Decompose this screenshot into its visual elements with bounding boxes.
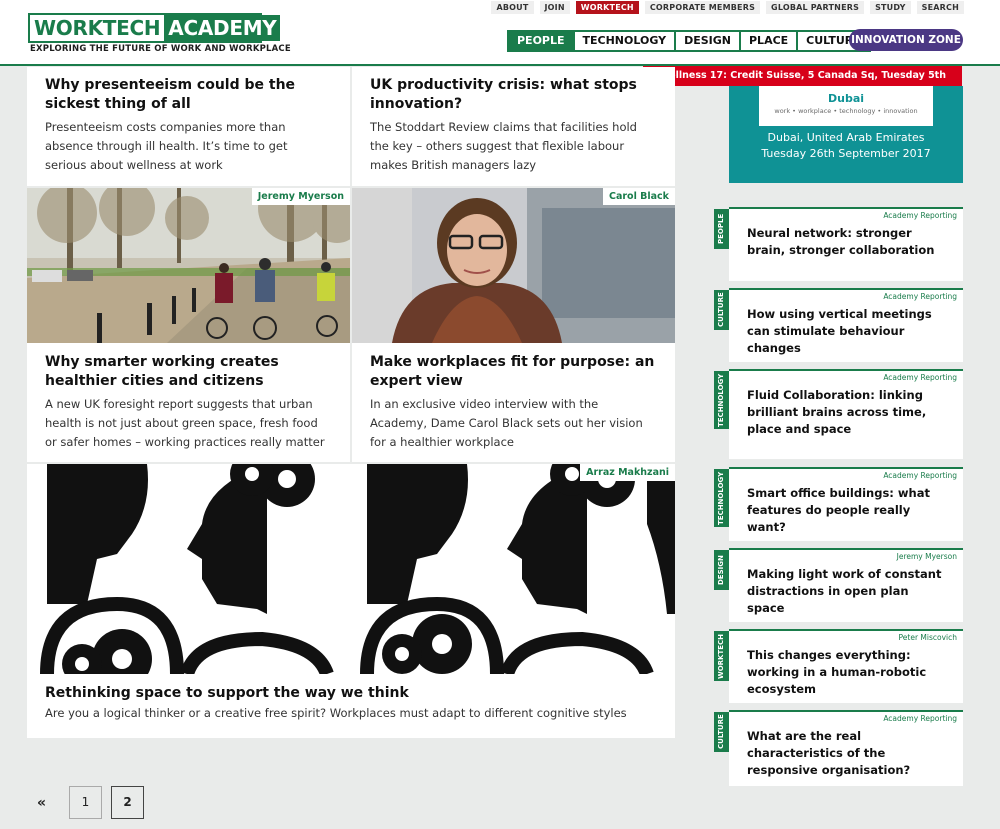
article-card[interactable]: Carol Black Make workplaces fit for purp…	[352, 188, 675, 462]
sidebar-title[interactable]: What are the real characteristics of the…	[747, 728, 945, 779]
sidebar-article[interactable]: DESIGN Jeremy Myerson Making light work …	[714, 548, 963, 622]
sidebar-author[interactable]: Academy Reporting	[883, 714, 957, 723]
category-tag[interactable]: PEOPLE	[714, 209, 729, 249]
article-excerpt: In an exclusive video interview with the…	[370, 397, 643, 449]
article-title[interactable]: UK productivity crisis: what stops innov…	[370, 76, 657, 114]
event-banner[interactable]: Wellness 17: Credit Suisse, 5 Canada Sq,…	[643, 66, 962, 101]
sidebar-article[interactable]: CULTURE Academy Reporting What are the r…	[714, 710, 963, 786]
topnav-corporate-members[interactable]: CORPORATE MEMBERS	[644, 1, 761, 14]
article-image-portrait[interactable]: Carol Black	[352, 188, 675, 343]
topnav-worktech[interactable]: WORKTECH	[575, 1, 639, 14]
article-image-heads-gears[interactable]: Arraz Makhzani	[27, 464, 675, 674]
site-logo[interactable]: WORKTECH ACADEMY	[28, 13, 281, 43]
article-title[interactable]: Why smarter working creates healthier ci…	[45, 353, 332, 391]
article-excerpt: The Stoddart Review claims that faciliti…	[370, 120, 637, 172]
article-card[interactable]: Why presenteeism could be the sickest th…	[27, 67, 350, 186]
sidebar-article[interactable]: PEOPLE Academy Reporting Neural network:…	[714, 207, 963, 281]
topnav-join[interactable]: JOIN	[539, 1, 570, 14]
sidebar-author[interactable]: Academy Reporting	[883, 211, 957, 220]
article-card[interactable]: Arraz Makhzani Rethinking space to suppo…	[27, 464, 675, 738]
article-card[interactable]: Jeremy Myerson Why smarter working creat…	[27, 188, 350, 462]
article-title[interactable]: Rethinking space to support the way we t…	[45, 684, 657, 703]
site-tagline: EXPLORING THE FUTURE OF WORK AND WORKPLA…	[30, 44, 291, 54]
pagination-page-2[interactable]: 2	[111, 786, 144, 819]
article-author[interactable]: Carol Black	[602, 188, 675, 205]
promo-location: Dubai, United Arab Emirates	[767, 131, 925, 144]
pagination-prev[interactable]: «	[37, 795, 46, 811]
topnav-global-partners[interactable]: GLOBAL PARTNERS	[766, 1, 865, 14]
logo-text-academy: ACADEMY	[164, 15, 281, 41]
article-author[interactable]: Jeremy Myerson	[251, 188, 350, 205]
innovation-zone-button[interactable]: INNOVATION ZONE	[849, 29, 963, 51]
sidebar-title[interactable]: Neural network: stronger brain, stronger…	[747, 225, 945, 259]
catnav-people[interactable]: PEOPLE	[509, 32, 573, 50]
article-image-cyclists[interactable]: Jeremy Myerson	[27, 188, 350, 343]
article-excerpt: Presenteeism costs companies more than a…	[45, 120, 288, 172]
pagination-page-1[interactable]: 1	[69, 786, 102, 819]
sidebar-title[interactable]: Making light work of constant distractio…	[747, 566, 945, 617]
category-nav: PEOPLE TECHNOLOGY DESIGN PLACE CULTURE	[507, 30, 871, 52]
sidebar-author[interactable]: Peter Miscovich	[899, 633, 957, 642]
sidebar-title[interactable]: How using vertical meetings can stimulat…	[747, 306, 945, 357]
catnav-technology[interactable]: TECHNOLOGY	[572, 32, 675, 50]
sidebar-author[interactable]: Academy Reporting	[883, 471, 957, 480]
top-nav: ABOUT JOIN WORKTECH CORPORATE MEMBERS GL…	[491, 1, 964, 14]
article-author[interactable]: Arraz Makhzani	[580, 464, 675, 481]
article-card[interactable]: UK productivity crisis: what stops innov…	[352, 67, 675, 186]
catnav-place[interactable]: PLACE	[739, 32, 796, 50]
category-tag[interactable]: CULTURE	[714, 290, 729, 330]
category-tag[interactable]: CULTURE	[714, 712, 729, 752]
topnav-study[interactable]: STUDY	[870, 1, 911, 14]
sidebar-title[interactable]: Smart office buildings: what features do…	[747, 485, 945, 536]
cyclists-photo-graphic	[27, 188, 350, 343]
category-tag[interactable]: TECHNOLOGY	[714, 469, 729, 527]
sidebar-title[interactable]: Fluid Collaboration: linking brilliant b…	[747, 387, 945, 438]
catnav-design[interactable]: DESIGN	[674, 32, 739, 50]
logo-text-worktech: WORKTECH	[30, 15, 165, 41]
category-tag[interactable]: DESIGN	[714, 550, 729, 590]
article-excerpt: A new UK foresight report suggests that …	[45, 397, 325, 449]
portrait-photo-graphic	[352, 188, 675, 343]
topnav-about[interactable]: ABOUT	[491, 1, 534, 14]
sidebar-article[interactable]: WORKTECH Peter Miscovich This changes ev…	[714, 629, 963, 703]
category-tag[interactable]: TECHNOLOGY	[714, 371, 729, 429]
topnav-search[interactable]: SEARCH	[916, 1, 964, 14]
promo-tagline: work • workplace • technology • innovati…	[774, 107, 918, 115]
promo-city: Dubai	[827, 92, 865, 105]
sidebar-author[interactable]: Academy Reporting	[883, 292, 957, 301]
sidebar-article[interactable]: TECHNOLOGY Academy Reporting Fluid Colla…	[714, 369, 963, 459]
article-excerpt: Are you a logical thinker or a creative …	[45, 706, 627, 720]
heads-gears-graphic	[27, 464, 675, 674]
promo-logo-box: Dubai work • workplace • technology • in…	[759, 86, 933, 126]
site-header: WORKTECH ACADEMY EXPLORING THE FUTURE OF…	[0, 0, 1000, 66]
sidebar-article[interactable]: CULTURE Academy Reporting How using vert…	[714, 288, 963, 362]
category-tag[interactable]: WORKTECH	[714, 631, 729, 681]
sidebar-title[interactable]: This changes everything: working in a hu…	[747, 647, 945, 698]
article-title[interactable]: Why presenteeism could be the sickest th…	[45, 76, 332, 114]
promo-date: Tuesday 26th September 2017	[761, 147, 931, 160]
sidebar-author[interactable]: Jeremy Myerson	[897, 552, 957, 561]
event-promo[interactable]: Dubai work • workplace • technology • in…	[729, 86, 963, 183]
sidebar-article[interactable]: TECHNOLOGY Academy Reporting Smart offic…	[714, 467, 963, 541]
article-title[interactable]: Make workplaces fit for purpose: an expe…	[370, 353, 657, 391]
sidebar-author[interactable]: Academy Reporting	[883, 373, 957, 382]
